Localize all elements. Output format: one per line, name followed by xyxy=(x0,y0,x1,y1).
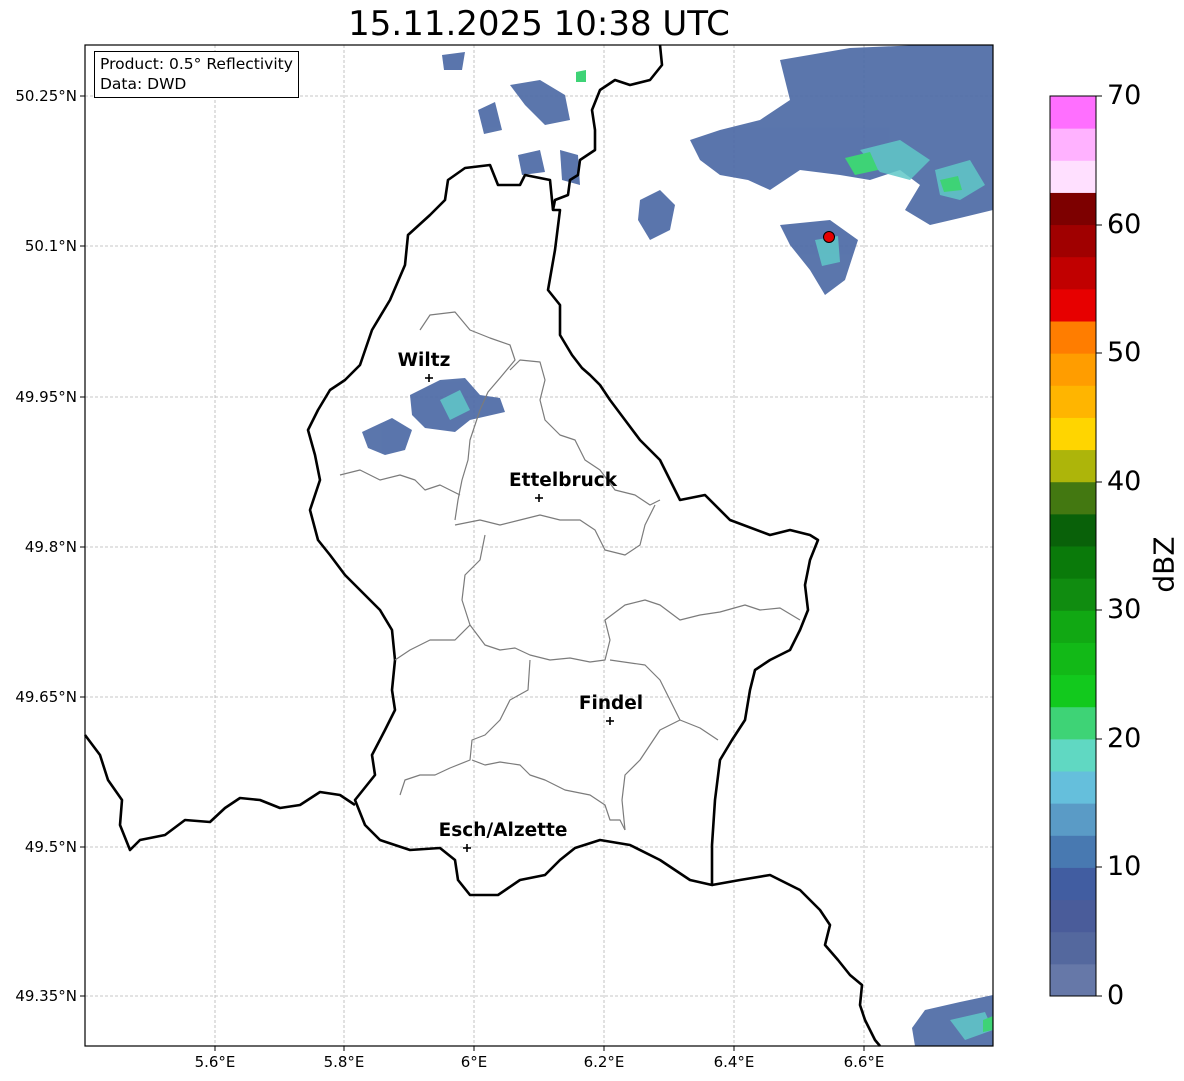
data-source-label: Data: DWD xyxy=(100,75,187,93)
city-label-ettelbruck: Ettelbruck xyxy=(508,470,618,491)
colorbar-segment xyxy=(1050,96,1096,129)
lon-tick-label: 6.4°E xyxy=(713,1053,755,1071)
product-label: Product: 0.5° Reflectivity xyxy=(100,55,293,73)
lon-tick-label: 6.2°E xyxy=(583,1053,625,1071)
colorbar-segment xyxy=(1050,224,1096,258)
colorbar-segment xyxy=(1050,835,1096,868)
colorbar-segment xyxy=(1050,867,1096,901)
colorbar-tick-label: 30 xyxy=(1107,594,1142,625)
colorbar-segment xyxy=(1050,931,1096,965)
colorbar-segment xyxy=(1050,128,1096,161)
colorbar-segment xyxy=(1050,803,1096,836)
radar-map xyxy=(80,44,1102,1051)
lat-tick-label: 49.5°N xyxy=(24,838,77,856)
colorbar-unit-label: dBZ xyxy=(1147,536,1181,593)
colorbar-segment xyxy=(1050,256,1096,290)
colorbar-segment xyxy=(1050,321,1096,354)
colorbar-tick-label: 40 xyxy=(1107,466,1142,497)
colorbar-segment xyxy=(1050,353,1096,386)
colorbar-ticks xyxy=(1096,95,1102,997)
colorbar-segment xyxy=(1050,963,1096,997)
colorbar-segment xyxy=(1050,674,1096,708)
colorbar-segment xyxy=(1050,192,1096,226)
city-label-esch-alzette: Esch/Alzette xyxy=(438,820,568,841)
map-area xyxy=(85,45,993,1046)
lat-tick-label: 50.25°N xyxy=(15,87,77,105)
lat-tick-label: 49.95°N xyxy=(15,388,77,406)
colorbar-segment xyxy=(1050,578,1096,611)
colorbar-segment xyxy=(1050,160,1096,193)
lon-tick-label: 6.6°E xyxy=(843,1053,885,1071)
colorbar-segment xyxy=(1050,771,1096,804)
colorbar-segment xyxy=(1050,417,1096,451)
colorbar-segment xyxy=(1050,385,1096,418)
colorbar-tick-label: 60 xyxy=(1107,209,1142,240)
colorbar-tick-label: 70 xyxy=(1107,80,1142,111)
colorbar-segment xyxy=(1050,899,1096,933)
colorbar-segment xyxy=(1050,738,1096,772)
colorbar-segment xyxy=(1050,513,1096,547)
colorbar-tick-label: 0 xyxy=(1107,980,1125,1011)
city-label-wiltz: Wiltz xyxy=(397,350,451,371)
colorbar-segment xyxy=(1050,642,1096,676)
lat-tick-label: 49.35°N xyxy=(15,987,77,1005)
lat-tick-label: 49.65°N xyxy=(15,688,77,706)
lon-tick-label: 6°E xyxy=(460,1053,488,1071)
colorbar-segment xyxy=(1050,449,1096,483)
product-info-box: Product: 0.5° Reflectivity Data: DWD xyxy=(94,51,299,98)
lat-tick-label: 50.1°N xyxy=(24,237,77,255)
lon-tick-label: 5.6°E xyxy=(194,1053,236,1071)
colorbar-segment xyxy=(1050,288,1096,322)
lat-tick-label: 49.8°N xyxy=(24,538,77,556)
colorbar-segment xyxy=(1050,546,1096,579)
colorbar-segment xyxy=(1050,610,1096,643)
colorbar-segment xyxy=(1050,481,1096,515)
colorbar-tick-label: 20 xyxy=(1107,723,1142,754)
colorbar-tick-label: 10 xyxy=(1107,851,1142,882)
lon-tick-label: 5.8°E xyxy=(323,1053,365,1071)
colorbar-segment xyxy=(1050,706,1096,740)
radar-site-marker xyxy=(823,231,835,243)
city-label-findel: Findel xyxy=(578,693,644,714)
colorbar xyxy=(1050,96,1096,997)
colorbar-tick-label: 50 xyxy=(1107,337,1142,368)
